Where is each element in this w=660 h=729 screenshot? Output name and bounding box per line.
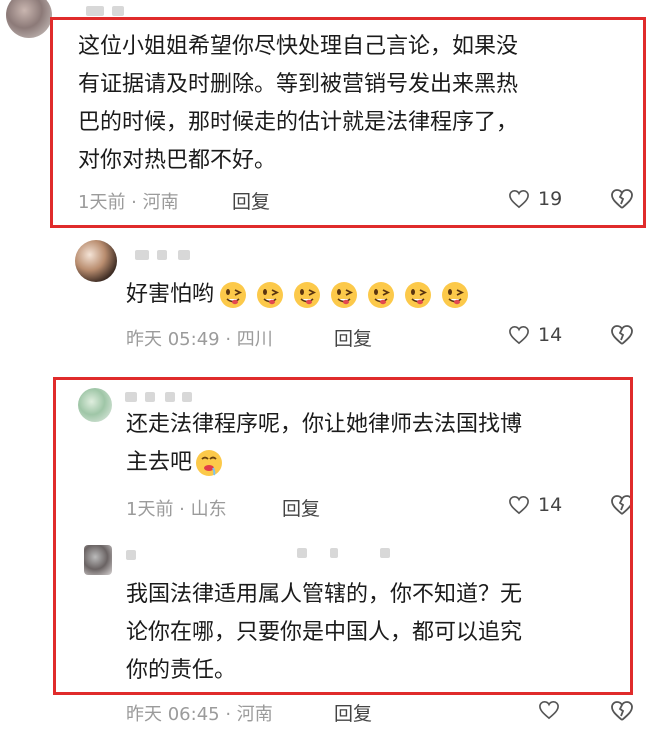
like-button[interactable]: 19 bbox=[508, 188, 562, 210]
teasing-face-emoji bbox=[220, 282, 247, 308]
username-blurred[interactable] bbox=[112, 6, 124, 16]
username-blurred[interactable] bbox=[157, 250, 167, 260]
reply-button[interactable]: 回复 bbox=[334, 324, 372, 351]
comment-meta: 昨天 06:45 · 河南 bbox=[126, 704, 273, 725]
teasing-face-emoji bbox=[257, 282, 284, 308]
avatar[interactable] bbox=[75, 240, 117, 282]
comment-text: 好害怕哟 bbox=[126, 276, 477, 314]
comment-text: 这位小姐姐希望你尽快处理自己言论，如果没 有证据请及时删除。等到被营销号发出来黑… bbox=[78, 34, 519, 173]
like-button[interactable]: 14 bbox=[508, 324, 562, 346]
teasing-face-emoji bbox=[368, 282, 395, 308]
username-blurred[interactable] bbox=[380, 548, 390, 558]
username-blurred[interactable] bbox=[182, 392, 192, 402]
teasing-face-emoji bbox=[331, 282, 358, 308]
like-count: 19 bbox=[538, 188, 563, 210]
avatar[interactable] bbox=[6, 0, 52, 38]
like-count: 14 bbox=[538, 494, 563, 516]
username-blurred[interactable] bbox=[135, 250, 149, 260]
teasing-face-emoji bbox=[405, 282, 432, 308]
username-blurred[interactable] bbox=[86, 6, 104, 16]
comment-meta: 昨天 05:49 · 四川 bbox=[126, 329, 273, 350]
username-blurred[interactable] bbox=[125, 392, 137, 402]
emoji-row bbox=[218, 276, 477, 314]
teasing-face-emoji bbox=[294, 282, 321, 308]
heart-outline-icon bbox=[509, 189, 529, 209]
broken-heart-icon[interactable] bbox=[610, 494, 634, 516]
broken-heart-icon[interactable] bbox=[610, 188, 634, 210]
avatar[interactable] bbox=[78, 388, 112, 422]
username-blurred[interactable] bbox=[330, 548, 338, 558]
teasing-face-emoji bbox=[442, 282, 469, 308]
comment-meta: 1天前 · 河南 bbox=[78, 192, 179, 213]
heart-outline-icon bbox=[509, 495, 529, 515]
reply-button[interactable]: 回复 bbox=[232, 187, 270, 214]
heart-outline-icon bbox=[509, 325, 529, 345]
broken-heart-icon[interactable] bbox=[610, 324, 634, 346]
comment-meta: 1天前 · 山东 bbox=[126, 499, 227, 520]
drooling-face-emoji bbox=[196, 450, 223, 476]
reply-button[interactable]: 回复 bbox=[282, 494, 320, 521]
username-blurred[interactable] bbox=[165, 392, 175, 402]
username-blurred[interactable] bbox=[126, 550, 136, 560]
comment-text: 还走法律程序呢，你让她律师去法国找博 主去吧 bbox=[126, 406, 522, 482]
heart-outline-icon[interactable] bbox=[538, 700, 560, 720]
username-blurred[interactable] bbox=[145, 392, 155, 402]
like-button[interactable]: 14 bbox=[508, 494, 562, 516]
username-blurred[interactable] bbox=[297, 548, 307, 558]
comment-text: 我国法律适用属人管辖的，你不知道？无 论你在哪，只要你是中国人，都可以追究 你的… bbox=[126, 582, 523, 683]
avatar[interactable] bbox=[84, 545, 112, 575]
like-count: 14 bbox=[538, 324, 563, 346]
username-blurred[interactable] bbox=[178, 250, 190, 260]
broken-heart-icon[interactable] bbox=[610, 700, 634, 722]
reply-button[interactable]: 回复 bbox=[334, 699, 372, 726]
